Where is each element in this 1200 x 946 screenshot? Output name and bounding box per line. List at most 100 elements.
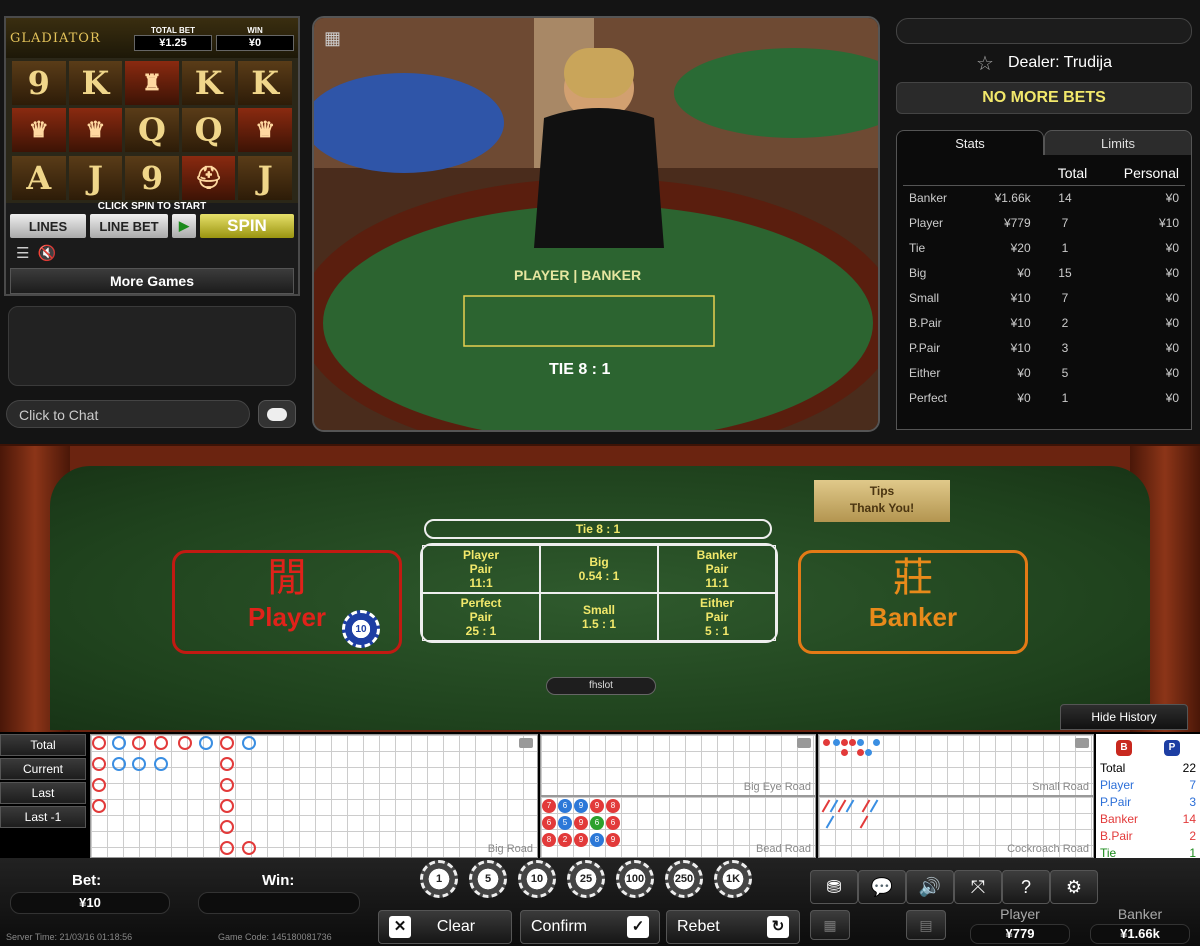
- summary-row: P.Pair 3: [1100, 794, 1196, 811]
- help-icon[interactable]: ?: [1002, 870, 1050, 904]
- camera-toggle-icon[interactable]: ▦: [324, 28, 354, 52]
- side-bet-line: Big: [589, 555, 609, 569]
- player-result-marker: [132, 757, 146, 771]
- slot-icon-row: ☰ 🔇: [6, 240, 298, 266]
- small-road: Small Road: [818, 734, 1094, 796]
- tips-button[interactable]: Tips Thank You!: [814, 480, 950, 522]
- road-dot: [857, 739, 864, 746]
- stat-total-amount: ¥1.66k: [994, 191, 1031, 206]
- expand-icon[interactable]: [1075, 738, 1089, 748]
- line-bet-button[interactable]: LINE BET: [90, 214, 168, 238]
- big-bet[interactable]: Big 0.54 : 1: [540, 545, 658, 593]
- history-filter-buttons: Total Current Last Last -1: [0, 734, 86, 830]
- top-info-bar: [896, 18, 1192, 44]
- tab-stats[interactable]: Stats: [896, 130, 1044, 156]
- sound-icon[interactable]: 🔊: [906, 870, 954, 904]
- player-bet-chip: 10: [342, 610, 380, 648]
- summary-value: 14: [1182, 812, 1196, 826]
- perfect-pair-bet[interactable]: Perfect Pair 25 : 1: [422, 593, 540, 641]
- table-lobby-icon[interactable]: ⛃: [810, 870, 858, 904]
- either-pair-bet[interactable]: Either Pair 5 : 1: [658, 593, 776, 641]
- banker-bet-area[interactable]: 莊 Banker: [798, 550, 1028, 654]
- username-tag: fhslot: [546, 677, 656, 695]
- chip-250[interactable]: 250: [665, 860, 703, 898]
- fullscreen-icon[interactable]: ⤧: [954, 870, 1002, 904]
- slot-total-bet-label: TOTAL BET: [151, 25, 195, 35]
- reel-symbol: ♛: [68, 108, 123, 153]
- banker-total-value: ¥1.66k: [1090, 924, 1190, 944]
- road-slash: [869, 799, 879, 813]
- small-road-label: Small Road: [1032, 781, 1089, 793]
- banker-result-marker: [132, 736, 146, 750]
- reel-symbol: K: [238, 61, 292, 105]
- side-bets-grid: Player Pair 11:1 Big 0.54 : 1 Banker Pair 11:…: [420, 543, 778, 643]
- bead-marker: 6: [590, 816, 604, 830]
- favorite-star-icon[interactable]: ☆: [976, 51, 994, 76]
- play-icon[interactable]: ▶: [172, 214, 196, 238]
- chip-1k[interactable]: 1K: [714, 860, 752, 898]
- expand-icon[interactable]: [797, 738, 811, 748]
- bead-marker: 7: [542, 799, 556, 813]
- chip-100[interactable]: 100: [616, 860, 654, 898]
- stats-header-row: Total Personal: [903, 161, 1185, 186]
- menu-icon[interactable]: ☰: [16, 244, 29, 262]
- tie-bet-area[interactable]: Tie 8 : 1: [424, 519, 772, 539]
- history-last-button[interactable]: Last: [0, 782, 86, 804]
- reel-symbol: K: [68, 61, 123, 105]
- dealer-video-image: PLAYER | BANKER TIE 8 : 1: [314, 18, 878, 430]
- chip-25[interactable]: 25: [567, 860, 605, 898]
- chat-input[interactable]: Click to Chat: [6, 400, 250, 428]
- stats-tabs: Stats Limits: [896, 130, 1192, 156]
- chip-10[interactable]: 10: [518, 860, 556, 898]
- live-video-feed: PLAYER | BANKER TIE 8 : 1 ▦: [312, 16, 880, 432]
- side-bet-line: 11:1: [705, 576, 729, 590]
- more-games-button[interactable]: More Games: [10, 268, 294, 294]
- history-last-1-button[interactable]: Last -1: [0, 806, 86, 828]
- chip-5[interactable]: 5: [469, 860, 507, 898]
- stat-count: 1: [1061, 391, 1069, 405]
- expand-icon[interactable]: [519, 738, 533, 748]
- clear-button[interactable]: ✕ Clear: [378, 910, 512, 944]
- history-current-button[interactable]: Current: [0, 758, 86, 780]
- stat-count: 7: [1061, 216, 1069, 230]
- banker-label: Banker: [868, 602, 958, 632]
- summary-label: B.Pair: [1100, 829, 1133, 843]
- road-slash: [845, 799, 855, 813]
- confirm-button-label: Confirm: [531, 918, 588, 935]
- spin-button[interactable]: SPIN: [200, 214, 294, 238]
- tab-limits[interactable]: Limits: [1044, 130, 1192, 156]
- bead-marker: 6: [542, 816, 556, 830]
- hide-history-button[interactable]: Hide History: [1060, 704, 1188, 730]
- results-summary: B P Total 22 Player 7 P.Pair 3 Banker 14 B.P…: [1096, 734, 1200, 860]
- mute-icon[interactable]: 🔇: [37, 244, 56, 262]
- chat-send-button[interactable]: [258, 400, 296, 428]
- settings-gear-icon[interactable]: ⚙: [1050, 870, 1098, 904]
- check-icon: ✓: [627, 916, 649, 938]
- confirm-button[interactable]: Confirm ✓: [520, 910, 660, 944]
- layout-icon[interactable]: ▤: [906, 910, 946, 940]
- stat-count: 1: [1061, 241, 1069, 255]
- chat-bubble-icon: [267, 407, 287, 421]
- stat-personal: ¥10: [1158, 216, 1179, 230]
- banker-total-label: Banker: [1117, 906, 1163, 922]
- lines-button[interactable]: LINES: [10, 214, 86, 238]
- bottom-control-bar: Bet: ¥10 Win: Server Time: 21/03/16 01:1…: [0, 858, 1200, 946]
- tips-label: Tips: [869, 484, 895, 498]
- stat-total-amount: ¥10: [1010, 316, 1031, 330]
- small-bet[interactable]: Small 1.5 : 1: [540, 593, 658, 641]
- road-slash: [859, 815, 869, 829]
- player-result-marker: [242, 736, 256, 750]
- chip-1[interactable]: 1: [420, 860, 458, 898]
- bead-marker: 5: [558, 816, 572, 830]
- player-total-label: Player: [1000, 906, 1040, 922]
- banker-pair-bet[interactable]: Banker Pair 11:1: [658, 545, 776, 593]
- grid-icon[interactable]: ▦: [810, 910, 850, 940]
- rebet-button[interactable]: Rebet ↻: [666, 910, 800, 944]
- big-road-label: Big Road: [487, 843, 533, 855]
- game-code: Game Code: 145180081736: [218, 932, 332, 942]
- chat-bubble-icon[interactable]: 💬: [858, 870, 906, 904]
- reel-symbol: 9: [125, 155, 179, 200]
- stats-header: [971, 161, 1037, 186]
- history-total-button[interactable]: Total: [0, 734, 86, 756]
- player-pair-bet[interactable]: Player Pair 11:1: [422, 545, 540, 593]
